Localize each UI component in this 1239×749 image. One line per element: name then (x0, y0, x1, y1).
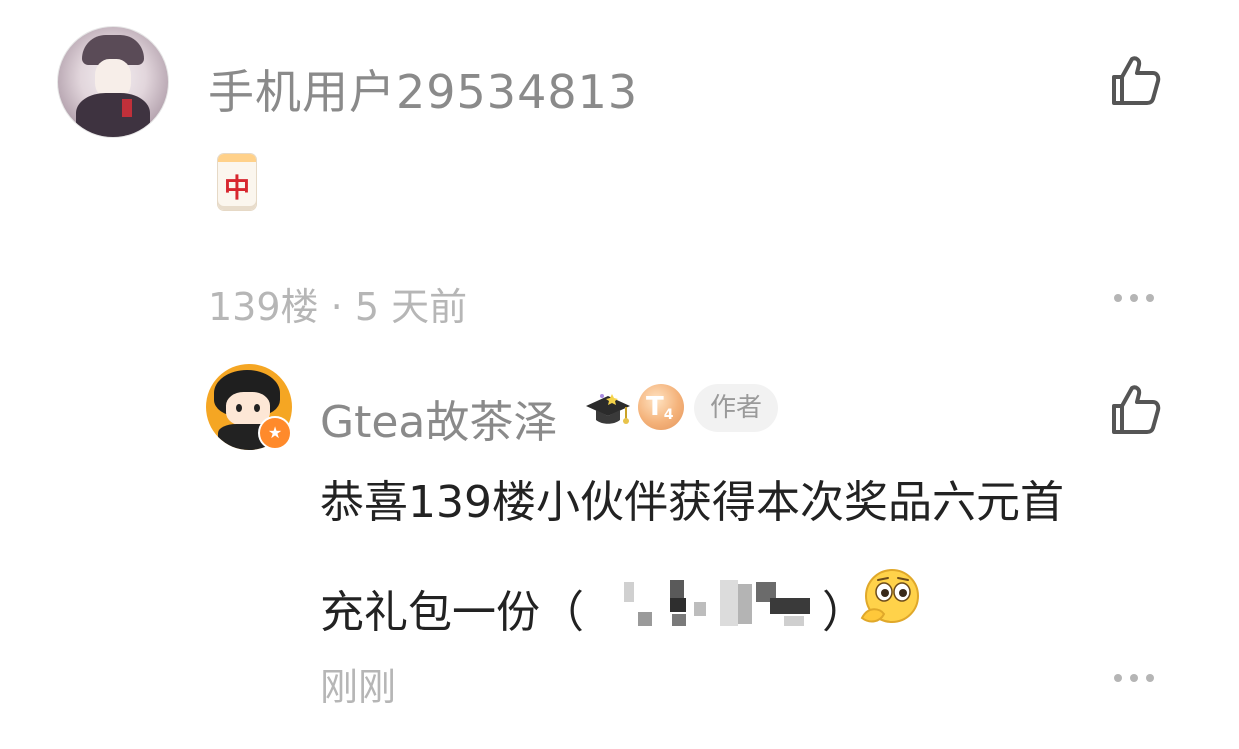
redaction-block (738, 584, 752, 624)
user-level-badge: T4 (638, 384, 684, 430)
more-dot (1146, 674, 1154, 682)
commenter-avatar[interactable] (57, 26, 169, 138)
mahjong-tile-emoji: 中 (218, 154, 256, 210)
reply-like-button[interactable] (1106, 382, 1162, 438)
commenter-username[interactable]: 手机用户29534813 (208, 56, 638, 122)
more-dot (1130, 674, 1138, 682)
graduation-cap-icon (586, 394, 630, 424)
comment-like-button[interactable] (1106, 53, 1162, 109)
reply-text-line-2: 充礼包一份（ (320, 576, 584, 640)
comment-meta-separator: · (330, 285, 343, 329)
redaction-block (770, 598, 810, 614)
redacted-content (624, 578, 830, 628)
reply-text-prefix: 充礼包一份（ (320, 587, 584, 638)
redaction-block (670, 598, 686, 612)
more-dot (1114, 674, 1122, 682)
redaction-block (784, 616, 804, 626)
reply-more-button[interactable] (1114, 668, 1158, 688)
mahjong-tile-glyph: 中 (223, 174, 250, 204)
comment-more-button[interactable] (1114, 288, 1158, 308)
author-tag: 作者 (694, 384, 778, 432)
star-badge-icon: ★ (258, 416, 292, 450)
avatar-eye (254, 404, 260, 412)
thinking-face-emoji (860, 569, 919, 623)
comment-time: 5 天前 (354, 285, 468, 329)
redaction-block (624, 582, 634, 602)
reply-text-line-1: 恭喜139楼小伙伴获得本次奖品六元首 (320, 477, 1064, 528)
thumbs-up-outline-icon (1112, 56, 1161, 105)
redaction-block (670, 580, 684, 598)
thumbs-up-outline-icon (1112, 385, 1161, 434)
redaction-block (672, 614, 686, 626)
more-dot (1146, 294, 1154, 302)
redaction-block (694, 602, 706, 616)
avatar-eye (236, 404, 242, 412)
comment-floor: 139楼 (208, 285, 319, 329)
redaction-block (638, 612, 652, 626)
level-letter: T (646, 392, 664, 422)
redaction-block (720, 580, 738, 626)
comment-meta: 139楼 · 5 天前 (208, 276, 467, 331)
reply-time: 刚刚 (320, 665, 397, 709)
level-number: 4 (663, 407, 674, 423)
avatar-coat (76, 93, 150, 137)
reply-author-username[interactable]: Gtea故茶泽 (320, 386, 557, 450)
more-dot (1130, 294, 1138, 302)
more-dot (1114, 294, 1122, 302)
avatar-accent (122, 99, 132, 117)
